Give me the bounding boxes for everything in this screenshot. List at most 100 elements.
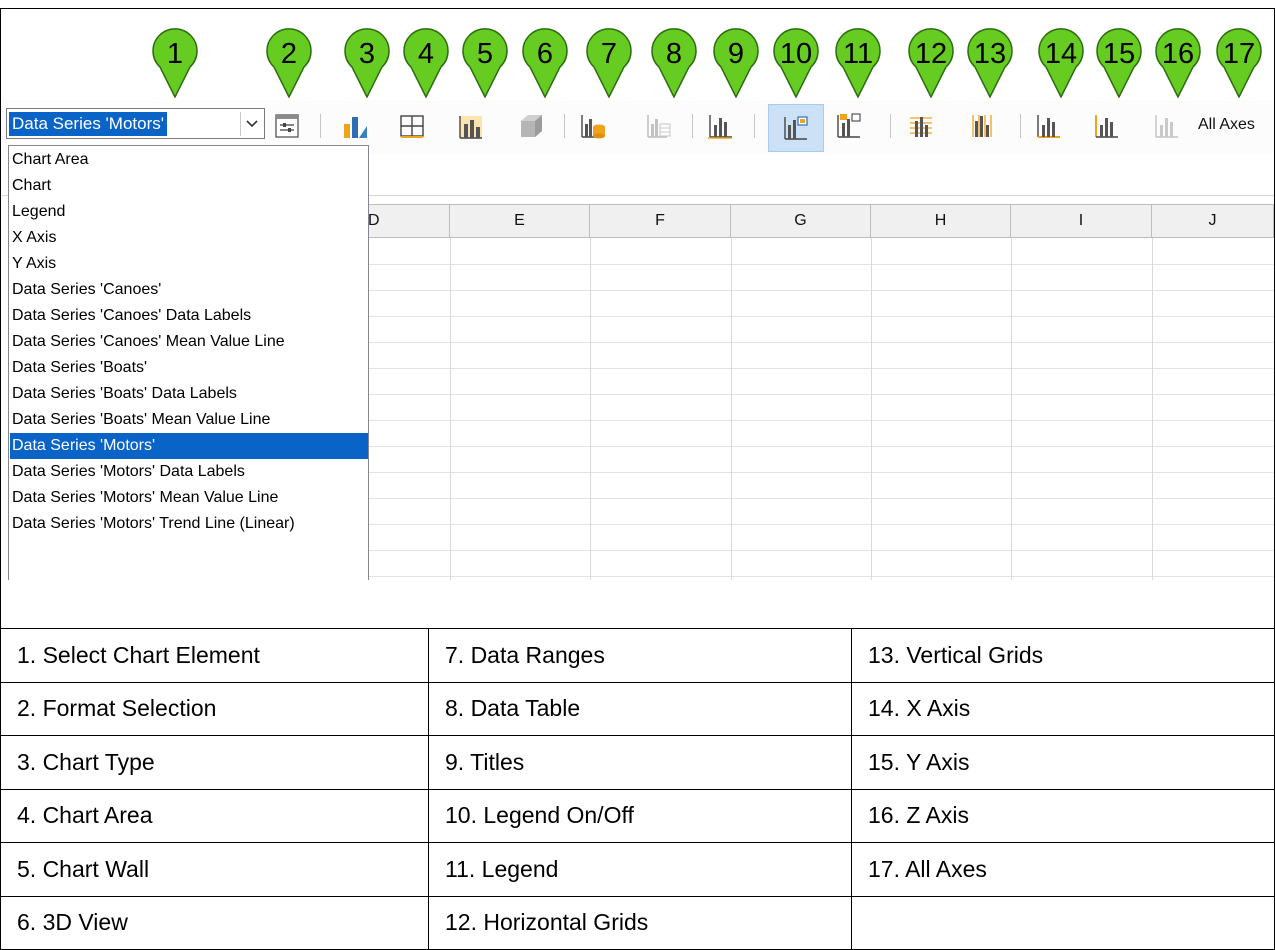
callout-number: 11 [842,38,874,70]
callout-number: 6 [536,38,554,70]
grid-row-line [362,524,1274,525]
callout-4: 4 [401,26,451,98]
column-header-g[interactable]: G [731,204,871,238]
grid-row-line [362,368,1274,369]
chart-editor-screenshot: Data Series 'Motors' All Axes D E F G H … [2,100,1274,580]
legend-on-off-button[interactable] [768,104,824,152]
grid-column-line [1152,238,1153,580]
callout-number: 10 [779,38,813,70]
grid-column-line [731,238,732,580]
3d-view-button[interactable] [514,109,548,143]
callout-1: 1 [150,26,200,98]
x-axis-button[interactable] [1032,109,1066,143]
list-item[interactable]: Data Series 'Motors' Data Labels [10,459,368,485]
vertical-grids-icon [972,115,992,137]
list-item[interactable]: Data Series 'Canoes' Data Labels [10,303,368,329]
callout-3: 3 [342,26,392,98]
x-axis-icon [1037,115,1060,138]
list-item[interactable]: Chart [10,173,368,199]
grid-row-line [362,576,1274,577]
toolbar-separator [564,114,565,138]
column-header-h[interactable]: H [871,204,1011,238]
grid-row-line [362,290,1274,291]
toolbar-separator [1020,114,1021,138]
all-axes-button[interactable]: All Axes [1198,116,1255,134]
data-ranges-icon [581,115,605,139]
dropdown-arrow-button[interactable] [240,112,262,136]
callout-number: 8 [665,38,683,70]
chart-area-icon [400,115,424,138]
column-header-d[interactable]: D [362,204,450,238]
format-selection-icon [275,114,299,138]
select-chart-element-value: Data Series 'Motors' [9,112,167,136]
list-item[interactable]: Data Series 'Boats' Data Labels [10,381,368,407]
table-cell: 16. Z Axis [851,788,1275,843]
callout-10: 10 [771,26,821,98]
grid-row-line [362,394,1274,395]
list-item[interactable]: Data Series 'Boats' Mean Value Line [10,407,368,433]
chart-type-icon [344,117,367,138]
list-item-selected[interactable]: Data Series 'Motors' [10,433,368,459]
data-ranges-button[interactable] [576,109,610,143]
chart-wall-icon [459,116,482,139]
callout-12: 12 [906,26,956,98]
table-cell: 4. Chart Area [0,788,429,843]
callout-number: 12 [914,38,948,70]
callout-number: 2 [280,38,298,70]
table-row: 6. 3D View 12. Horizontal Grids [0,895,1275,950]
grid-column-line [871,238,872,580]
list-item[interactable]: Data Series 'Motors' Trend Line (Linear) [10,511,368,537]
chart-wall-button[interactable] [454,109,488,143]
list-item[interactable]: Data Series 'Motors' Mean Value Line [10,485,368,511]
titles-button[interactable] [704,109,738,143]
list-item[interactable]: Data Series 'Canoes' Mean Value Line [10,329,368,355]
list-item[interactable]: Chart Area [10,147,368,173]
cube-icon [521,115,542,137]
y-axis-button[interactable] [1090,109,1124,143]
list-item[interactable]: Data Series 'Boats' [10,355,368,381]
table-cell: 17. All Axes [851,842,1275,897]
callout-6: 6 [520,26,570,98]
table-cell: 14. X Axis [851,681,1275,736]
z-axis-icon [1155,115,1178,138]
list-item[interactable]: X Axis [10,225,368,251]
data-table-icon [647,115,671,138]
column-header-f[interactable]: F [590,204,731,238]
table-cell: 8. Data Table [428,681,852,736]
grid-row-line [362,472,1274,473]
callout-17: 17 [1214,26,1264,98]
format-selection-button[interactable] [270,109,304,143]
table-cell: 11. Legend [428,842,852,897]
list-item[interactable]: Data Series 'Canoes' [10,277,368,303]
z-axis-button[interactable] [1150,109,1184,143]
callout-2: 2 [264,26,314,98]
toolbar-separator [320,114,321,138]
grid-row-line [362,420,1274,421]
data-table-button[interactable] [642,109,676,143]
figure-top-border [0,8,1275,9]
legend-icon [837,113,861,138]
column-header-e[interactable]: E [450,204,590,238]
legend-button[interactable] [832,109,866,143]
callout-number: 1 [166,38,184,70]
vertical-grids-button[interactable] [964,109,998,143]
grid-row-line [362,446,1274,447]
table-cell [851,895,1275,950]
grid-row-line [362,550,1274,551]
chart-area-button[interactable] [395,109,429,143]
chart-element-list[interactable]: Chart Area Chart Legend X Axis Y Axis Da… [8,145,369,580]
select-chart-element-dropdown[interactable]: Data Series 'Motors' [6,108,265,139]
list-item[interactable]: Legend [10,199,368,225]
column-header-j[interactable]: J [1152,204,1274,238]
column-header-i[interactable]: I [1011,204,1152,238]
callout-11: 11 [833,26,883,98]
callout-number: 17 [1222,38,1256,70]
list-item[interactable]: Y Axis [10,251,368,277]
grid-row-line [362,342,1274,343]
chart-type-button[interactable] [338,109,372,143]
horizontal-grids-button[interactable] [904,109,938,143]
callout-number: 5 [476,38,494,70]
table-cell: 13. Vertical Grids [851,628,1275,683]
callout-number: 4 [417,38,435,70]
callout-8: 8 [649,26,699,98]
